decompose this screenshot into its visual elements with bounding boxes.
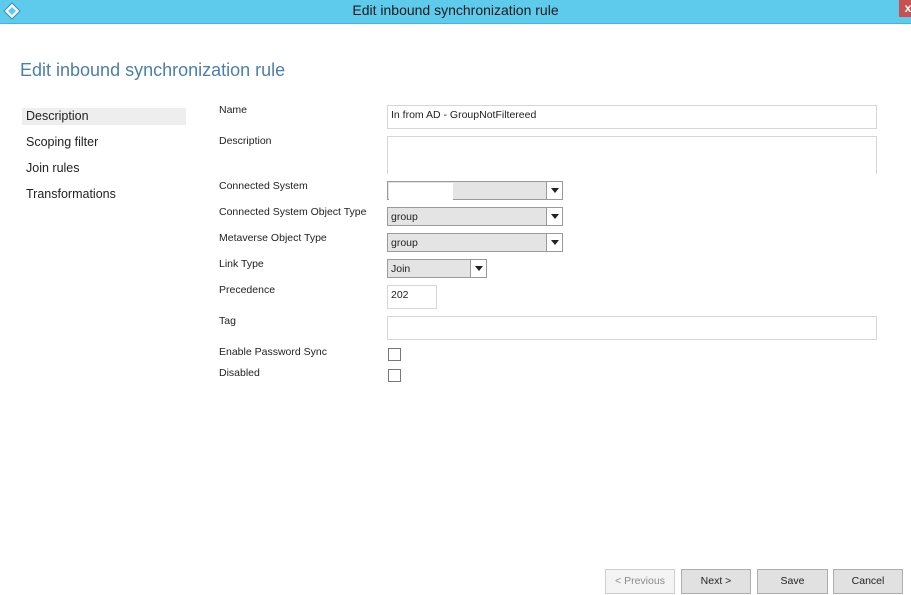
mv-object-type-dropdown[interactable]: group — [387, 233, 563, 252]
tag-field[interactable] — [387, 316, 877, 340]
enable-password-sync-checkbox[interactable] — [388, 348, 401, 361]
connected-system-label: Connected System — [219, 180, 308, 192]
mv-object-type-value: group — [391, 237, 418, 249]
nav-item-join-rules[interactable]: Join rules — [22, 160, 186, 177]
close-icon[interactable]: x — [905, 1, 911, 15]
wizard-nav: Description Scoping filter Join rules Tr… — [22, 108, 186, 212]
chevron-down-icon[interactable] — [546, 208, 562, 225]
name-value: In from AD - GroupNotFiltereed — [391, 109, 537, 121]
nav-item-description[interactable]: Description — [22, 108, 186, 125]
description-label: Description — [219, 135, 272, 147]
precedence-label: Precedence — [219, 284, 276, 296]
cs-object-type-value: group — [391, 211, 418, 223]
cs-object-type-label: Connected System Object Type — [219, 206, 367, 218]
disabled-label: Disabled — [219, 367, 260, 379]
chevron-down-icon[interactable] — [546, 234, 562, 251]
next-button[interactable]: Next > — [681, 569, 751, 594]
page-title: Edit inbound synchronization rule — [20, 60, 286, 80]
tag-label: Tag — [219, 315, 236, 327]
name-label: Name — [219, 104, 248, 116]
connected-system-dropdown[interactable]: net — [387, 181, 563, 200]
mv-object-type-label: Metaverse Object Type — [219, 232, 327, 244]
window-title: Edit inbound synchronization rule — [352, 2, 559, 18]
link-type-dropdown[interactable]: Join — [387, 259, 487, 278]
description-field[interactable] — [387, 136, 877, 174]
previous-button[interactable]: < Previous — [605, 569, 675, 594]
title-bar: Edit inbound synchronization rule x — [0, 0, 911, 24]
precedence-value: 202 — [391, 289, 409, 301]
nav-item-scoping-filter[interactable]: Scoping filter — [22, 134, 186, 151]
chevron-down-icon[interactable] — [470, 260, 486, 277]
save-button[interactable]: Save — [757, 569, 828, 594]
close-button[interactable]: x — [899, 0, 911, 17]
link-type-value: Join — [391, 263, 411, 275]
precedence-field[interactable]: 202 — [387, 285, 437, 309]
link-type-label: Link Type — [219, 258, 264, 270]
cs-object-type-dropdown[interactable]: group — [387, 207, 563, 226]
disabled-checkbox[interactable] — [388, 369, 401, 382]
redaction — [389, 183, 453, 200]
name-field[interactable]: In from AD - GroupNotFiltereed — [387, 105, 877, 129]
nav-item-transformations[interactable]: Transformations — [22, 186, 186, 203]
cancel-button[interactable]: Cancel — [833, 569, 903, 594]
chevron-down-icon[interactable] — [546, 182, 562, 199]
enable-password-sync-label: Enable Password Sync — [219, 346, 327, 358]
